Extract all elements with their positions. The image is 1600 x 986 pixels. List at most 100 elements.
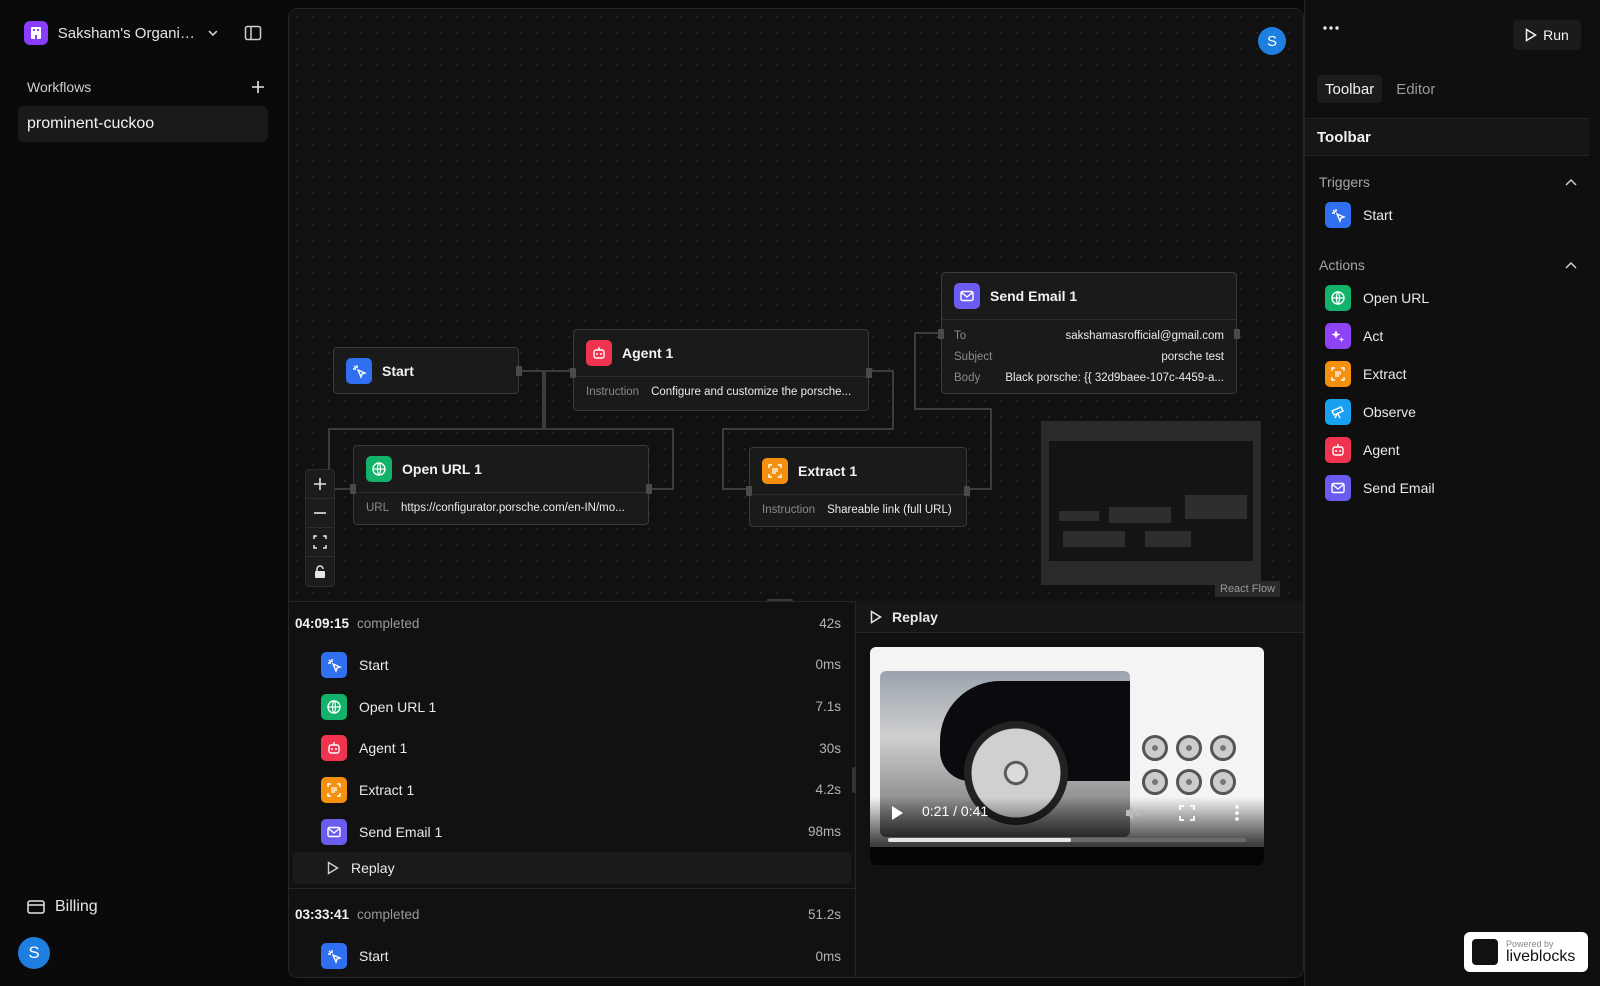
triggers-section-header[interactable]: Triggers <box>1319 174 1577 190</box>
panel-tabs: Toolbar Editor <box>1317 75 1443 103</box>
tab-toolbar[interactable]: Toolbar <box>1317 75 1383 103</box>
left-sidebar: Saksham's Organiz... Workflows prominent… <box>0 0 288 986</box>
toolbar-item-agent[interactable]: Agent <box>1325 437 1400 463</box>
toolbar-item-act[interactable]: Act <box>1325 323 1383 349</box>
sparkle-icon <box>1325 323 1351 349</box>
node-handle[interactable] <box>646 484 652 494</box>
node-handle[interactable] <box>570 368 576 378</box>
play-icon <box>327 861 339 876</box>
node-agent[interactable]: Agent 1 Instruction Configure and customi… <box>570 329 872 411</box>
run-step[interactable]: Extract 1 4.2s <box>289 769 855 811</box>
liveblocks-badge[interactable]: Powered by liveblocks <box>1464 932 1588 972</box>
wheel-option <box>1210 769 1236 795</box>
body-value: Black porsche: {{ 32d9baee-107c-4459-a..… <box>1005 371 1224 384</box>
node-handle[interactable] <box>746 486 752 496</box>
toolbar-item-observe[interactable]: Observe <box>1325 399 1416 425</box>
mail-icon <box>954 283 980 309</box>
more-vertical-icon[interactable] <box>1234 804 1240 822</box>
workflow-item[interactable]: prominent-cuckoo <box>18 106 268 142</box>
run-step[interactable]: Agent 1 30s <box>289 727 855 769</box>
run-step[interactable]: Open URL 1 7.1s <box>289 686 855 728</box>
user-avatar[interactable]: S <box>18 937 50 969</box>
chevron-down-icon <box>208 30 218 37</box>
node-handle[interactable] <box>866 368 872 378</box>
zoom-in-button[interactable] <box>306 470 334 499</box>
more-horizontal-icon[interactable] <box>1323 26 1339 30</box>
node-title: Start <box>382 363 414 379</box>
wheel-option <box>1176 769 1202 795</box>
fullscreen-icon[interactable] <box>1178 804 1196 822</box>
lock-button[interactable] <box>306 557 334 586</box>
video-time: 0:21 / 0:41 <box>922 803 989 819</box>
node-handle[interactable] <box>516 366 522 376</box>
toolbar-item-start[interactable]: Start <box>1325 202 1393 228</box>
canvas-user-avatar[interactable]: S <box>1258 27 1286 55</box>
node-send-email[interactable]: Send Email 1 To sakshamasrofficial@gmail.… <box>938 272 1240 394</box>
replay-title: Replay <box>892 608 938 625</box>
plus-icon[interactable] <box>251 80 265 94</box>
credit-card-icon <box>27 900 45 914</box>
plus-icon <box>314 478 326 490</box>
actions-section-header[interactable]: Actions <box>1319 257 1577 273</box>
node-handle[interactable] <box>964 486 970 496</box>
toolbar-item-open-url[interactable]: Open URL <box>1325 285 1429 311</box>
minimap[interactable] <box>1041 421 1261 585</box>
node-start[interactable]: Start <box>333 347 522 394</box>
play-icon[interactable] <box>890 805 904 821</box>
liveblocks-name: liveblocks <box>1506 948 1576 965</box>
run-time: 04:09:15 <box>295 615 350 631</box>
globe-icon <box>321 693 347 720</box>
run-step[interactable]: Send Email 1 98ms <box>289 811 855 853</box>
tab-editor[interactable]: Editor <box>1388 75 1443 103</box>
extract-icon <box>321 776 347 803</box>
toolbar-item-send-email[interactable]: Send Email <box>1325 475 1435 501</box>
toolbar-item-label: Extract <box>1363 366 1407 382</box>
step-label: Open URL 1 <box>359 698 437 715</box>
start-icon <box>321 943 347 970</box>
node-handle[interactable] <box>350 484 356 494</box>
run-step[interactable]: Start 0ms <box>289 644 855 686</box>
wheel-option <box>1210 735 1236 761</box>
org-switcher[interactable]: Saksham's Organiz... <box>24 20 220 46</box>
fit-view-icon <box>313 535 327 549</box>
extract-icon <box>1325 361 1351 387</box>
video-progress-bar[interactable] <box>888 838 1246 842</box>
globe-icon <box>366 456 392 482</box>
replay-header: Replay <box>856 601 1303 633</box>
step-duration: 30s <box>819 740 841 756</box>
zoom-out-button[interactable] <box>306 499 334 528</box>
run-time: 03:33:41 <box>295 906 350 922</box>
triggers-label: Triggers <box>1319 174 1370 190</box>
toolbar-item-label: Agent <box>1363 442 1400 458</box>
react-flow-attribution[interactable]: React Flow <box>1215 581 1281 597</box>
node-handle[interactable] <box>938 329 944 339</box>
fit-view-button[interactable] <box>306 528 334 557</box>
node-extract[interactable]: Extract 1 Instruction Shareable link (ful… <box>746 447 970 527</box>
run-button[interactable]: Run <box>1513 20 1581 50</box>
url-label: URL <box>366 501 390 514</box>
runs-panel: 04:09:15 completed 42s Start 0ms Open URL… <box>289 601 855 977</box>
step-label: Start <box>359 948 389 965</box>
replay-button[interactable]: Replay <box>293 852 851 885</box>
run-status: completed <box>357 906 420 922</box>
run-duration: 51.2s <box>807 906 841 922</box>
run-step[interactable]: Start 0ms <box>289 935 855 977</box>
instruction-label: Instruction <box>762 503 816 516</box>
billing-link[interactable]: Billing <box>27 898 98 916</box>
node-open-url[interactable]: Open URL 1 URL https://configurator.porsc… <box>350 445 652 525</box>
globe-icon <box>1325 285 1351 311</box>
flow-canvas[interactable]: S Start Agent 1 Instruction Configure and… <box>289 9 1303 613</box>
mail-icon <box>321 818 347 845</box>
minimap-viewport <box>1049 441 1253 561</box>
run-header[interactable]: 03:33:41 completed 51.2s <box>289 893 855 935</box>
step-duration: 4.2s <box>815 782 841 798</box>
sidebar-toggle-icon[interactable] <box>244 24 262 42</box>
body-label: Body <box>954 371 981 384</box>
mute-icon[interactable] <box>1124 804 1142 822</box>
replay-video[interactable]: 0:21 / 0:41 <box>870 647 1264 865</box>
workflows-label: Workflows <box>27 79 92 95</box>
wheel-option <box>1176 735 1202 761</box>
toolbar-item-extract[interactable]: Extract <box>1325 361 1407 387</box>
node-handle[interactable] <box>1234 329 1240 339</box>
run-header[interactable]: 04:09:15 completed 42s <box>289 602 855 644</box>
